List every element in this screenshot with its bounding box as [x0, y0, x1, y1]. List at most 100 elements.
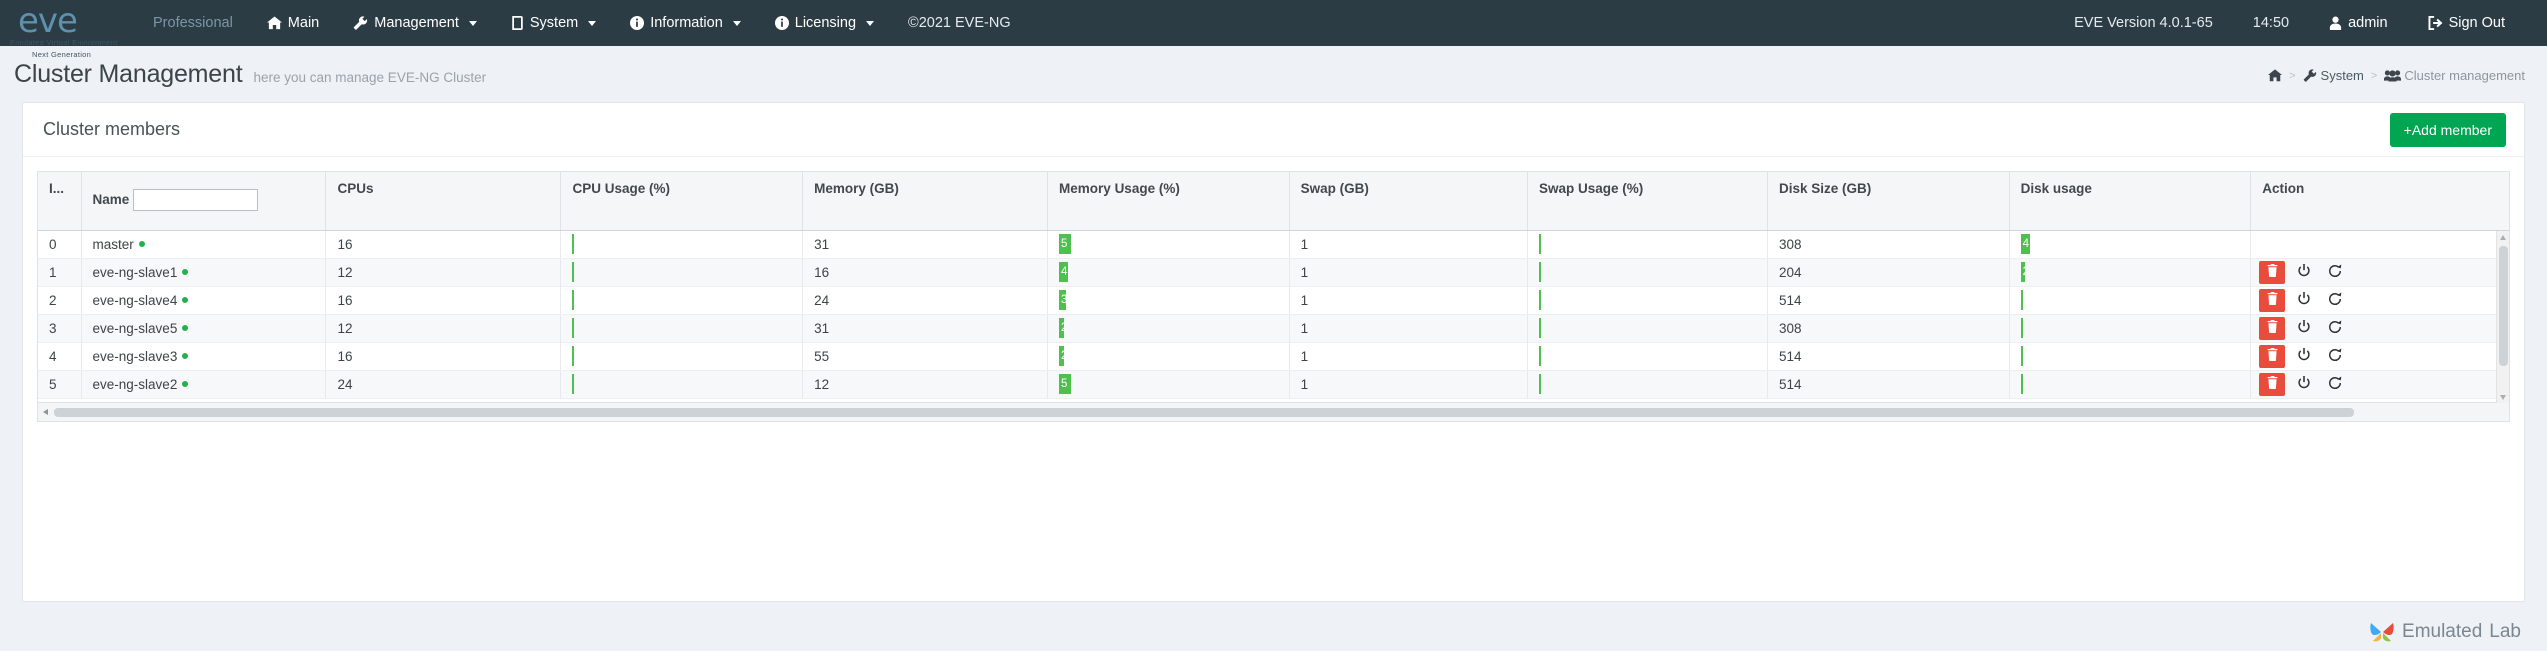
progress-bar-fill: 5	[1059, 374, 1071, 394]
column-header-cpus[interactable]: CPUs	[325, 172, 562, 231]
table-vertical-scrollbar[interactable]	[2496, 231, 2509, 404]
disk-usage-progress: 1	[2020, 346, 2250, 366]
progress-bar-fill: 2	[1059, 346, 1064, 366]
member-name: eve-ng-slave1	[92, 264, 178, 280]
cell-memory-usage: 4	[1047, 258, 1290, 287]
breadcrumb-home[interactable]	[2268, 69, 2283, 82]
name-filter-input[interactable]	[133, 189, 259, 211]
scroll-up-arrow-icon[interactable]	[2500, 235, 2506, 240]
swap-usage-progress	[1539, 262, 1766, 282]
cell-name: eve-ng-slave4	[81, 286, 327, 315]
column-header-memory-usage[interactable]: Memory Usage (%)	[1047, 172, 1290, 231]
cell-disk-usage: 2	[2009, 258, 2252, 287]
cell-action	[2250, 314, 2509, 343]
column-header-disk-size[interactable]: Disk Size (GB)	[1767, 172, 2010, 231]
nav-item-professional[interactable]: Professional	[136, 0, 250, 46]
power-icon	[2297, 319, 2311, 337]
nav-item-user[interactable]: admin	[2309, 0, 2408, 46]
nav-item-information[interactable]: Information	[613, 0, 758, 46]
reload-button[interactable]	[2323, 261, 2347, 283]
power-button[interactable]	[2292, 373, 2316, 395]
status-indicator-dot	[182, 268, 189, 275]
cell-cpu-usage	[560, 230, 804, 259]
table-row[interactable]: 0 master 16 31 5 1 308 4	[38, 230, 2509, 259]
nav-item-system[interactable]: System	[494, 0, 613, 46]
column-header-swap-usage[interactable]: Swap Usage (%)	[1527, 172, 1768, 231]
cell-name: master	[81, 230, 327, 259]
scroll-left-arrow-icon[interactable]	[43, 409, 48, 415]
nav-item-licensing[interactable]: Licensing	[758, 0, 891, 46]
column-header-cpu-usage[interactable]: CPU Usage (%)	[560, 172, 804, 231]
horizontal-scroll-thumb[interactable]	[54, 408, 2354, 417]
cell-disk-size: 514	[1767, 286, 2010, 315]
sign-out-label: Sign Out	[2448, 15, 2505, 31]
cell-swap-usage	[1527, 342, 1768, 371]
time-text: 14:50	[2252, 15, 2290, 31]
power-button[interactable]	[2292, 289, 2316, 311]
breadcrumb-item-system[interactable]: System	[2303, 68, 2364, 83]
scroll-down-arrow-icon[interactable]	[2500, 395, 2506, 400]
delete-member-button[interactable]	[2259, 316, 2286, 340]
row-action-group	[2259, 344, 2509, 368]
vertical-scroll-thumb[interactable]	[2499, 246, 2508, 366]
nav-item-management[interactable]: Management	[336, 0, 494, 46]
delete-member-button[interactable]	[2259, 344, 2286, 368]
table-row[interactable]: 4 eve-ng-slave3 16 55 2 1 514 1	[38, 342, 2509, 371]
breadcrumb-label: Cluster management	[2404, 68, 2525, 83]
reload-button[interactable]	[2323, 289, 2347, 311]
cell-cpu-usage	[560, 314, 804, 343]
eve-ng-logo[interactable]: eve Emulated Virtual Environment Next Ge…	[0, 0, 118, 59]
cpu-usage-progress	[572, 374, 801, 394]
delete-icon	[2266, 292, 2279, 308]
swap-usage-progress	[1539, 318, 1766, 338]
breadcrumb-item-cluster-management: Cluster management	[2384, 68, 2525, 83]
logo-subtitle-1: Emulated Virtual Environment	[10, 38, 118, 47]
nav-item-label: Information	[650, 15, 723, 31]
reload-button[interactable]	[2323, 373, 2347, 395]
delete-member-button[interactable]	[2259, 260, 2286, 284]
progress-bar-fill	[1539, 262, 1541, 282]
column-header-name[interactable]: Name	[81, 172, 327, 231]
power-button[interactable]	[2292, 261, 2316, 283]
memory-usage-progress: 2	[1059, 346, 1288, 366]
sign-out-button[interactable]: Sign Out	[2408, 0, 2525, 46]
table-body: 0 master 16 31 5 1 308 4 1 eve-ng-slave1 12 16 4 1 204…	[38, 230, 2509, 399]
column-header-id[interactable]: I...	[38, 172, 82, 231]
row-action-group	[2259, 372, 2509, 396]
reload-button[interactable]	[2323, 317, 2347, 339]
cell-swap-usage	[1527, 370, 1768, 399]
table-row[interactable]: 3 eve-ng-slave5 12 31 2 1 308 1	[38, 314, 2509, 343]
status-indicator-dot	[138, 240, 145, 247]
disk-usage-progress: 4	[2020, 234, 2250, 254]
cluster-members-table: I... Name CPUs CPU Usage (%) Memory (GB)…	[38, 172, 2509, 399]
column-header-swap[interactable]: Swap (GB)	[1289, 172, 1529, 231]
table-row[interactable]: 2 eve-ng-slave4 16 24 3 1 514 1	[38, 286, 2509, 315]
progress-bar-fill	[572, 318, 575, 338]
home-icon	[266, 16, 282, 30]
swap-usage-progress	[1539, 346, 1766, 366]
progress-bar-fill: 1	[2020, 318, 2023, 338]
cluster-members-table-container: I... Name CPUs CPU Usage (%) Memory (GB)…	[37, 171, 2510, 404]
column-header-disk-usage[interactable]: Disk usage	[2009, 172, 2252, 231]
nav-item-label: Management	[374, 15, 459, 31]
cpu-usage-progress	[572, 290, 801, 310]
row-action-group	[2259, 316, 2509, 340]
cell-memory-usage: 2	[1047, 342, 1290, 371]
delete-member-button[interactable]	[2259, 288, 2286, 312]
column-header-memory[interactable]: Memory (GB)	[802, 172, 1049, 231]
nav-item-main[interactable]: Main	[250, 0, 336, 46]
cell-cpus: 16	[325, 342, 562, 371]
table-horizontal-scrollbar[interactable]	[37, 403, 2510, 422]
table-row[interactable]: 1 eve-ng-slave1 12 16 4 1 204 2	[38, 258, 2509, 287]
delete-member-button[interactable]	[2259, 372, 2286, 396]
chevron-down-icon	[468, 20, 477, 26]
reload-icon	[2328, 264, 2342, 281]
power-button[interactable]	[2292, 345, 2316, 367]
reload-button[interactable]	[2323, 345, 2347, 367]
add-member-button[interactable]: +Add member	[2389, 112, 2506, 147]
disk-usage-progress: 1	[2020, 374, 2250, 394]
cell-swap: 1	[1289, 286, 1529, 315]
cell-disk-size: 514	[1767, 342, 2010, 371]
power-button[interactable]	[2292, 317, 2316, 339]
table-row[interactable]: 5 eve-ng-slave2 24 12 5 1 514 1	[38, 370, 2509, 399]
